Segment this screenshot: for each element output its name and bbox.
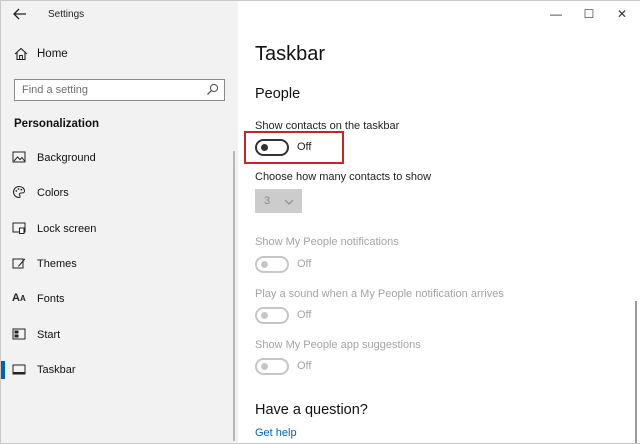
suggestions-toggle[interactable] xyxy=(255,358,289,375)
image-icon xyxy=(12,150,26,164)
search-input[interactable] xyxy=(15,80,195,99)
sidebar-item-label: Fonts xyxy=(37,293,65,305)
search-box[interactable] xyxy=(14,79,225,101)
chevron-down-icon xyxy=(284,194,294,205)
back-arrow-icon xyxy=(13,8,26,20)
notifications-state: Off xyxy=(297,258,312,270)
minimize-button[interactable]: — xyxy=(542,5,570,23)
search-icon[interactable] xyxy=(206,83,219,96)
app-title: Settings xyxy=(48,9,85,20)
main-scrollbar[interactable] xyxy=(635,301,637,443)
start-icon xyxy=(12,327,26,341)
sidebar-item-label: Colors xyxy=(37,187,69,199)
palette-icon xyxy=(12,185,26,199)
sidebar-item-themes[interactable]: Themes xyxy=(1,251,238,277)
lock-screen-icon xyxy=(12,221,26,235)
people-heading: People xyxy=(255,86,301,102)
active-indicator xyxy=(1,361,5,379)
title-bar: Settings xyxy=(1,1,238,31)
taskbar-icon xyxy=(12,362,26,376)
question-heading: Have a question? xyxy=(255,402,368,418)
sidebar-item-start[interactable]: Start xyxy=(1,322,238,348)
suggestions-label: Show My People app suggestions xyxy=(255,339,421,351)
home-nav-item[interactable]: Home xyxy=(1,44,238,66)
contacts-count-dropdown[interactable]: 3 xyxy=(255,189,302,213)
sidebar-item-label: Background xyxy=(37,152,96,164)
sidebar-item-label: Taskbar xyxy=(37,364,76,376)
main-content: — ☐ ✕ Taskbar People Show contacts on th… xyxy=(238,1,640,443)
highlight-annotation xyxy=(244,131,344,164)
contacts-count-label: Choose how many contacts to show xyxy=(255,171,432,183)
home-icon xyxy=(13,46,29,62)
sound-toggle[interactable] xyxy=(255,307,289,324)
sidebar-item-label: Themes xyxy=(37,258,77,270)
sound-label: Play a sound when a My People notificati… xyxy=(255,288,504,300)
sound-state: Off xyxy=(297,309,312,321)
font-icon: AA xyxy=(12,292,26,304)
sidebar-item-label: Start xyxy=(37,329,61,341)
page-title: Taskbar xyxy=(255,43,326,65)
notifications-toggle[interactable] xyxy=(255,256,289,273)
back-button[interactable] xyxy=(10,6,30,24)
section-title: Personalization xyxy=(14,118,99,130)
sidebar-item-label: Lock screen xyxy=(37,223,97,235)
suggestions-state: Off xyxy=(297,360,312,372)
notifications-label: Show My People notifications xyxy=(255,236,399,248)
close-button[interactable]: ✕ xyxy=(608,5,636,23)
themes-icon xyxy=(12,256,26,270)
toggle-knob xyxy=(261,363,268,370)
settings-window: Settings Home Personalization xyxy=(0,0,640,444)
toggle-knob xyxy=(261,261,268,268)
sidebar-item-fonts[interactable]: AA Fonts xyxy=(1,286,238,312)
sidebar-scrollbar[interactable] xyxy=(233,151,235,441)
sidebar-item-background[interactable]: Background xyxy=(1,145,238,171)
sidebar: Settings Home Personalization xyxy=(1,1,238,443)
home-label: Home xyxy=(37,48,68,60)
sidebar-item-colors[interactable]: Colors xyxy=(1,180,238,206)
toggle-knob xyxy=(261,312,268,319)
get-help-link[interactable]: Get help xyxy=(255,427,297,439)
sidebar-item-lock-screen[interactable]: Lock screen xyxy=(1,216,238,242)
maximize-button[interactable]: ☐ xyxy=(575,5,603,23)
dropdown-value: 3 xyxy=(264,195,271,207)
sidebar-item-taskbar[interactable]: Taskbar xyxy=(1,357,238,383)
